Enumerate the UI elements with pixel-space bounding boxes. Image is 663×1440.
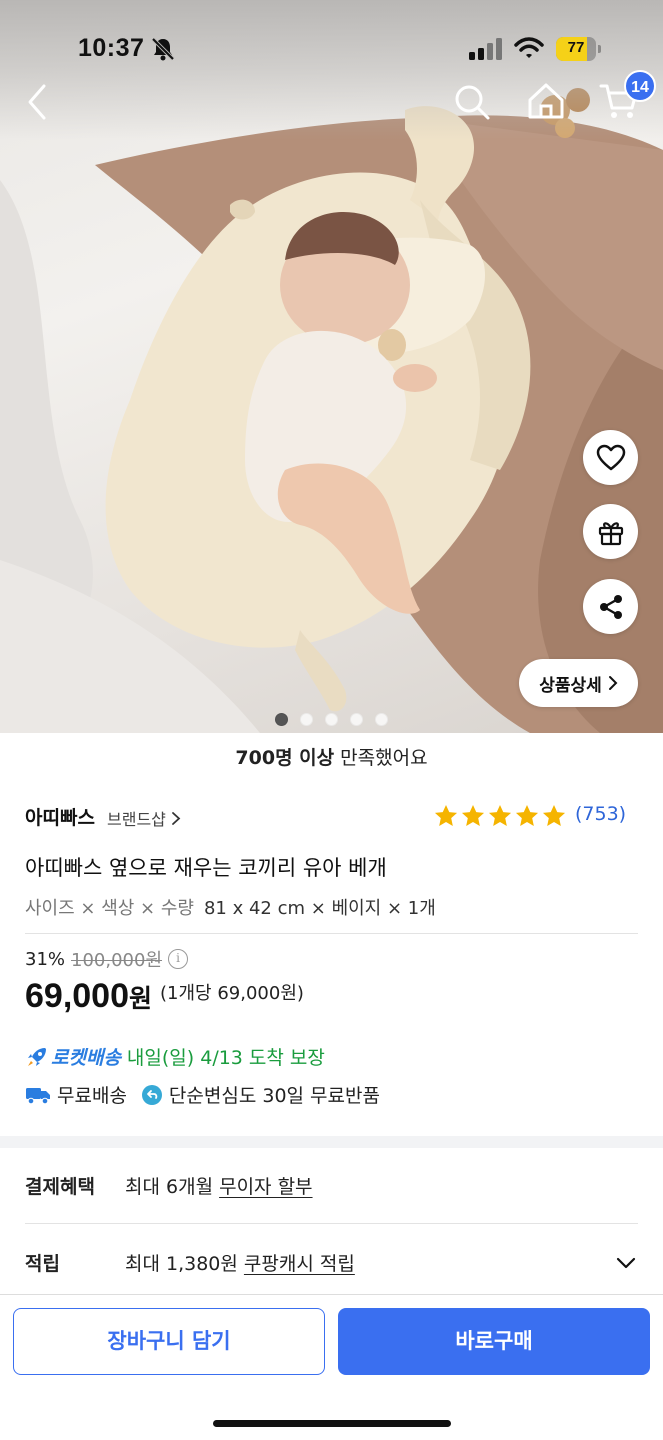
- carousel-dot[interactable]: [375, 713, 388, 726]
- wishlist-button[interactable]: [583, 430, 638, 485]
- heart-icon: [596, 444, 625, 470]
- add-to-cart-button[interactable]: 장바구니 담기: [13, 1308, 325, 1375]
- signal-icon: [469, 38, 502, 60]
- truck-icon: [26, 1087, 50, 1104]
- gift-icon: [598, 521, 623, 545]
- rocket-delivery-row: 로켓배송 내일(일) 4/13 도착 보장: [25, 1043, 325, 1070]
- return-icon: [141, 1084, 162, 1105]
- installment-link[interactable]: 무이자 할부: [219, 1176, 312, 1198]
- product-image[interactable]: 10:37 77 14 상품상세: [0, 0, 663, 733]
- star-icon: [461, 804, 485, 826]
- carousel-dot[interactable]: [300, 713, 313, 726]
- carousel-dot[interactable]: [350, 713, 363, 726]
- chevron-right-icon: [608, 676, 618, 690]
- cart-count-badge: 14: [624, 70, 656, 102]
- home-indicator: [213, 1420, 451, 1427]
- battery-indicator: 77: [556, 37, 602, 61]
- chevron-down-icon[interactable]: [614, 1251, 638, 1275]
- info-icon[interactable]: i: [168, 949, 189, 969]
- satisfaction-text: 만족했어요: [334, 747, 428, 769]
- carousel-dot[interactable]: [325, 713, 338, 726]
- unit-price: (1개당 69,000원): [160, 983, 304, 1004]
- option-selector[interactable]: 사이즈 × 색상 × 수량 81 x 42 cm × 베이지 × 1개: [25, 894, 436, 920]
- option-label: 사이즈 × 색상 × 수량: [25, 898, 194, 919]
- payment-benefit-text: 최대 6개월 무이자 할부: [125, 1172, 313, 1199]
- image-carousel-dots[interactable]: [275, 713, 388, 726]
- payment-benefit-prefix: 최대 6개월: [125, 1176, 220, 1198]
- share-icon: [599, 594, 622, 619]
- price-currency: 원: [129, 984, 153, 1013]
- star-icon: [542, 804, 566, 826]
- buy-now-button[interactable]: 바로구매: [338, 1308, 650, 1375]
- free-shipping-text: 무료배송: [57, 1085, 127, 1107]
- bottom-action-bar: 장바구니 담기 바로구매: [0, 1294, 663, 1440]
- points-label: 적립: [25, 1253, 60, 1275]
- star-icon: [488, 804, 512, 826]
- brand-row: 아띠빠스 브랜드샵 (753): [25, 801, 638, 831]
- share-button[interactable]: [583, 579, 638, 634]
- divider: [25, 933, 638, 934]
- brand-shop-link[interactable]: 브랜드샵: [107, 806, 181, 830]
- product-detail-label: 상품상세: [539, 675, 602, 696]
- star-icon: [434, 804, 458, 826]
- sale-price: 69,000: [25, 977, 129, 1015]
- discount-rate: 31%: [25, 948, 66, 970]
- rocket-delivery-label: 로켓배송: [51, 1047, 121, 1069]
- wifi-icon: [514, 37, 544, 58]
- carousel-dot[interactable]: [275, 713, 288, 726]
- satisfaction-banner: 700명 이상 만족했어요: [0, 743, 663, 770]
- back-arrow-icon[interactable]: [20, 80, 54, 124]
- home-icon[interactable]: [525, 80, 567, 122]
- discount-row: 31% 100,000원 i: [25, 946, 189, 972]
- star-icon: [515, 804, 539, 826]
- status-bar: 10:37 77: [0, 0, 663, 70]
- section-separator: [0, 1136, 663, 1148]
- rating-stars[interactable]: [433, 803, 567, 829]
- delivery-date: 내일(일) 4/13 도착 보장: [126, 1047, 325, 1069]
- brand-name[interactable]: 아띠빠스: [25, 803, 95, 830]
- status-time: 10:37: [78, 34, 145, 62]
- product-detail-button[interactable]: 상품상세: [519, 659, 638, 707]
- points-text: 최대 1,380원 쿠팡캐시 적립: [125, 1249, 355, 1276]
- divider: [25, 1223, 638, 1224]
- original-price: 100,000원: [71, 950, 163, 971]
- gift-button[interactable]: [583, 504, 638, 559]
- bell-muted-icon: [151, 37, 175, 61]
- battery-level: 77: [567, 39, 585, 56]
- rocket-icon: [28, 1047, 46, 1066]
- shipping-row: 무료배송 단순변심도 30일 무료반품: [25, 1081, 380, 1108]
- free-return-text: 단순변심도 30일 무료반품: [168, 1085, 380, 1107]
- points-prefix: 최대 1,380원: [125, 1253, 244, 1275]
- chevron-right-icon: [172, 812, 181, 825]
- search-icon[interactable]: [452, 82, 492, 122]
- option-value: 81 x 42 cm × 베이지 × 1개: [203, 898, 436, 919]
- satisfaction-count: 700명 이상: [235, 747, 335, 769]
- review-count[interactable]: (753): [575, 803, 626, 825]
- brand-shop-label: 브랜드샵: [107, 810, 166, 829]
- coupang-cash-link[interactable]: 쿠팡캐시 적립: [244, 1253, 355, 1275]
- product-title: 아띠빠스 옆으로 재우는 코끼리 유아 베개: [25, 856, 387, 880]
- payment-benefit-label: 결제혜택: [25, 1176, 95, 1198]
- price-row: 69,000 원 (1개당 69,000원): [25, 977, 304, 1016]
